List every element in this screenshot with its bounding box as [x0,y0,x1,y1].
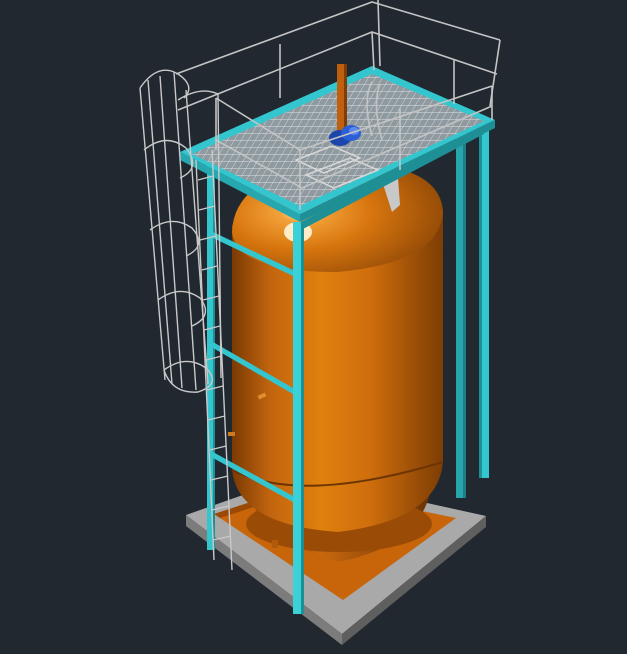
motor-shaft [337,64,344,134]
frame-back [456,128,466,498]
pressure-tank [228,162,444,562]
cad-3d-viewport[interactable] [0,0,627,654]
tank-model-drawing [139,0,501,645]
caged-ladder [139,69,233,571]
